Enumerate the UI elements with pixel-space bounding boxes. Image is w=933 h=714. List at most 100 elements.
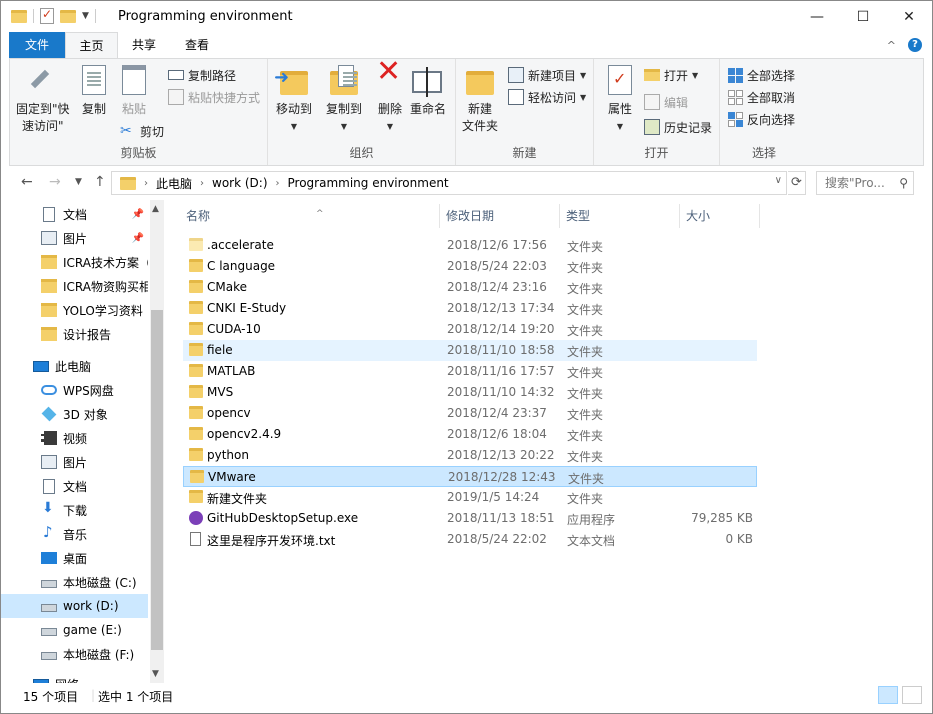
file-date: 2018/12/14 19:20 <box>447 322 555 336</box>
sidebar-item[interactable]: 本地磁盘 (F:) <box>1 642 148 666</box>
refresh-icon: ⟳ <box>791 175 802 190</box>
paste-button[interactable]: 粘贴 <box>118 65 150 118</box>
file-row[interactable]: python 2018/12/13 20:22 文件夹 <box>183 445 757 466</box>
pin-to-quick-access-button[interactable]: 固定到"快 速访问" <box>16 65 70 135</box>
sidebar-item[interactable]: 此电脑 <box>1 354 148 378</box>
file-row[interactable]: GitHubDesktopSetup.exe 2018/11/13 18:51 应用… <box>183 508 757 529</box>
sidebar-item[interactable]: YOLO学习资料 <box>1 298 148 322</box>
sidebar-item[interactable]: ICRA技术方案（ <box>1 250 148 274</box>
open-button[interactable]: 打开 ▼ <box>644 65 698 85</box>
file-row[interactable]: opencv 2018/12/4 23:37 文件夹 <box>183 403 757 424</box>
customize-toolbar-chevron-icon[interactable]: ▼ <box>82 11 89 21</box>
scrollbar-thumb[interactable] <box>151 310 163 650</box>
select-none-button[interactable]: 全部取消 <box>728 87 795 107</box>
address-history-chevron-icon[interactable]: ∨ <box>775 175 782 186</box>
sidebar-item[interactable]: 图片 📌 <box>1 226 148 250</box>
file-row[interactable]: CNKI E-Study 2018/12/13 17:34 文件夹 <box>183 298 757 319</box>
file-row[interactable]: opencv2.4.9 2018/12/6 18:04 文件夹 <box>183 424 757 445</box>
sidebar-item[interactable]: 桌面 <box>1 546 148 570</box>
open-group-label: 打开 <box>644 146 669 160</box>
column-header-name[interactable]: 名称 ^ <box>180 204 440 228</box>
scroll-down-icon[interactable]: ▼ <box>152 669 159 679</box>
maximize-button[interactable]: ☐ <box>840 1 886 32</box>
sidebar-item[interactable]: work (D:) <box>1 594 148 618</box>
large-icons-view-icon[interactable] <box>902 686 922 704</box>
file-row[interactable]: .accelerate 2018/12/6 17:56 文件夹 <box>183 235 757 256</box>
copy-path-button[interactable]: 复制路径 <box>168 65 236 85</box>
forward-arrow-icon[interactable]: → <box>49 174 61 190</box>
sidebar-item[interactable]: 文档 <box>1 474 148 498</box>
sidebar-item[interactable]: 音乐 <box>1 522 148 546</box>
tab-file[interactable]: 文件 <box>9 32 65 58</box>
sidebar-item[interactable]: 本地磁盘 (C:) <box>1 570 148 594</box>
close-button[interactable]: ✕ <box>886 1 932 32</box>
properties-button[interactable]: 属性 ▼ <box>604 65 636 135</box>
file-size: 79,285 KB <box>691 511 753 525</box>
history-button[interactable]: 历史记录 <box>644 117 712 137</box>
back-arrow-icon[interactable]: ← <box>21 174 33 190</box>
paste-shortcut-button[interactable]: 粘贴快捷方式 <box>168 87 260 107</box>
sidebar-item[interactable]: 文档 📌 <box>1 202 148 226</box>
pictures-icon <box>41 455 57 469</box>
tab-view[interactable]: 查看 <box>171 32 223 58</box>
scroll-up-icon[interactable]: ▲ <box>152 204 159 214</box>
sidebar-item[interactable]: ICRA物资购买相 <box>1 274 148 298</box>
file-row[interactable]: MATLAB 2018/11/16 17:57 文件夹 <box>183 361 757 382</box>
sidebar-item[interactable]: 3D 对象 <box>1 402 148 426</box>
file-row[interactable]: CUDA-10 2018/12/14 19:20 文件夹 <box>183 319 757 340</box>
breadcrumb-separator-icon[interactable]: › <box>144 178 148 189</box>
file-row[interactable]: fiele 2018/11/10 18:58 文件夹 <box>183 340 757 361</box>
column-header-size[interactable]: 大小 <box>680 204 760 228</box>
file-row[interactable]: VMware 2018/12/28 12:43 文件夹 <box>183 466 757 487</box>
file-type: 文件夹 <box>567 282 604 296</box>
file-row[interactable]: CMake 2018/12/4 23:16 文件夹 <box>183 277 757 298</box>
delete-button[interactable]: 删除 ▼ <box>374 63 406 135</box>
details-view-icon[interactable] <box>878 686 898 704</box>
edit-button[interactable]: 编辑 <box>644 92 688 112</box>
new-folder-icon[interactable] <box>60 9 76 23</box>
easy-access-button[interactable]: 轻松访问 ▼ <box>508 87 586 107</box>
copy-button[interactable]: 复制 <box>78 65 110 118</box>
breadcrumb-separator-icon[interactable]: › <box>200 178 204 189</box>
file-row[interactable]: C language 2018/5/24 22:03 文件夹 <box>183 256 757 277</box>
address-bar[interactable]: › 此电脑 › work (D:) › Programming environm… <box>111 171 787 195</box>
collapse-ribbon-icon[interactable]: ^ <box>887 39 896 52</box>
new-item-button[interactable]: 新建项目 ▼ <box>508 65 586 85</box>
breadcrumb-current[interactable]: Programming environment <box>288 176 449 190</box>
up-arrow-icon[interactable]: ↑ <box>94 174 106 190</box>
properties-icon[interactable] <box>40 7 54 24</box>
tab-home[interactable]: 主页 <box>65 32 118 58</box>
minimize-button[interactable]: — <box>794 1 840 32</box>
recent-locations-chevron-icon[interactable]: ▼ <box>75 177 82 187</box>
cut-button[interactable]: ✂ 剪切 <box>120 121 164 141</box>
pin-icon: 📌 <box>131 232 144 244</box>
refresh-button[interactable]: ⟳ <box>788 171 806 195</box>
sidebar-item[interactable]: WPS网盘 <box>1 378 148 402</box>
sidebar-item[interactable]: game (E:) <box>1 618 148 642</box>
rename-button[interactable]: 重命名 <box>410 65 446 118</box>
breadcrumb-this-pc[interactable]: 此电脑 <box>156 175 192 192</box>
sidebar-item[interactable]: 设计报告 <box>1 322 148 346</box>
file-row[interactable]: 新建文件夹 2019/1/5 14:24 文件夹 <box>183 487 757 508</box>
search-input[interactable]: 搜索"Pro... ⚲ <box>816 171 914 195</box>
sidebar-item[interactable]: 下载 <box>1 498 148 522</box>
column-header-type[interactable]: 类型 <box>560 204 680 228</box>
file-row[interactable]: MVS 2018/11/10 14:32 文件夹 <box>183 382 757 403</box>
clipboard-group-label: 剪贴板 <box>120 146 157 160</box>
move-to-button[interactable]: 移动到 ▼ <box>274 65 312 135</box>
select-all-button[interactable]: 全部选择 <box>728 65 795 85</box>
help-icon[interactable]: ? <box>908 38 922 52</box>
breadcrumb-drive[interactable]: work (D:) <box>212 176 268 190</box>
invert-selection-button[interactable]: 反向选择 <box>728 109 795 129</box>
sidebar-item[interactable]: 视频 <box>1 426 148 450</box>
file-row[interactable]: 这里是程序开发环境.txt 2018/5/24 22:02 文本文档 0 KB <box>183 529 757 550</box>
column-header-date[interactable]: 修改日期 <box>440 204 560 228</box>
tab-share[interactable]: 共享 <box>119 32 169 58</box>
copy-to-button[interactable]: 复制到 ▼ <box>326 65 362 135</box>
sidebar-item[interactable]: 网络 <box>1 672 148 683</box>
divider: | <box>91 688 96 702</box>
navigation-pane-scrollbar[interactable]: ▲ ▼ <box>150 200 164 683</box>
new-folder-button[interactable]: 新建 文件夹 <box>462 65 498 135</box>
sidebar-item[interactable]: 图片 <box>1 450 148 474</box>
breadcrumb-separator-icon[interactable]: › <box>276 178 280 189</box>
